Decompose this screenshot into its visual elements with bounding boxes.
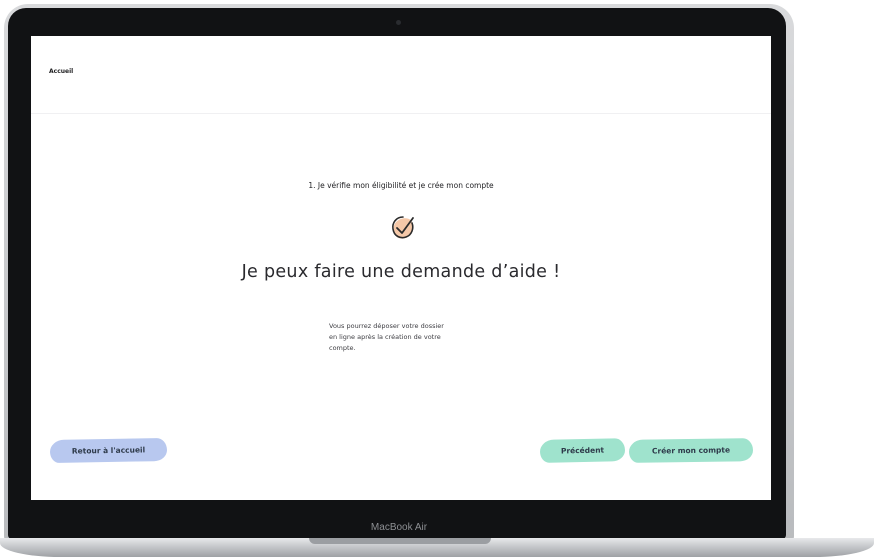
top-bar: Accueil [31,36,771,114]
check-circle-icon [392,216,414,239]
laptop-notch [309,538,491,544]
stage: Accueil 1. Je vérifie mon éligibilité et… [0,0,874,557]
create-account-button[interactable]: Créer mon compte [628,438,754,463]
result-description: Vous pourrez déposer votre dossier en li… [329,321,479,354]
previous-button[interactable]: Précédent [539,438,626,463]
description-line: Vous pourrez déposer votre dossier [329,322,444,330]
description-line: compte. [329,344,356,352]
camera-dot [396,20,401,25]
back-home-button[interactable]: Retour à l'accueil [49,437,168,464]
screen: Accueil 1. Je vérifie mon éligibilité et… [31,36,771,500]
breadcrumb-home[interactable]: Accueil [49,68,73,75]
step-title: 1. Je vérifie mon éligibilité et je crée… [308,181,494,190]
description-line: en ligne après la création de votre [329,333,441,341]
result-headline: Je peux faire une demande d’aide ! [241,262,561,282]
device-model-label: MacBook Air [370,522,428,533]
